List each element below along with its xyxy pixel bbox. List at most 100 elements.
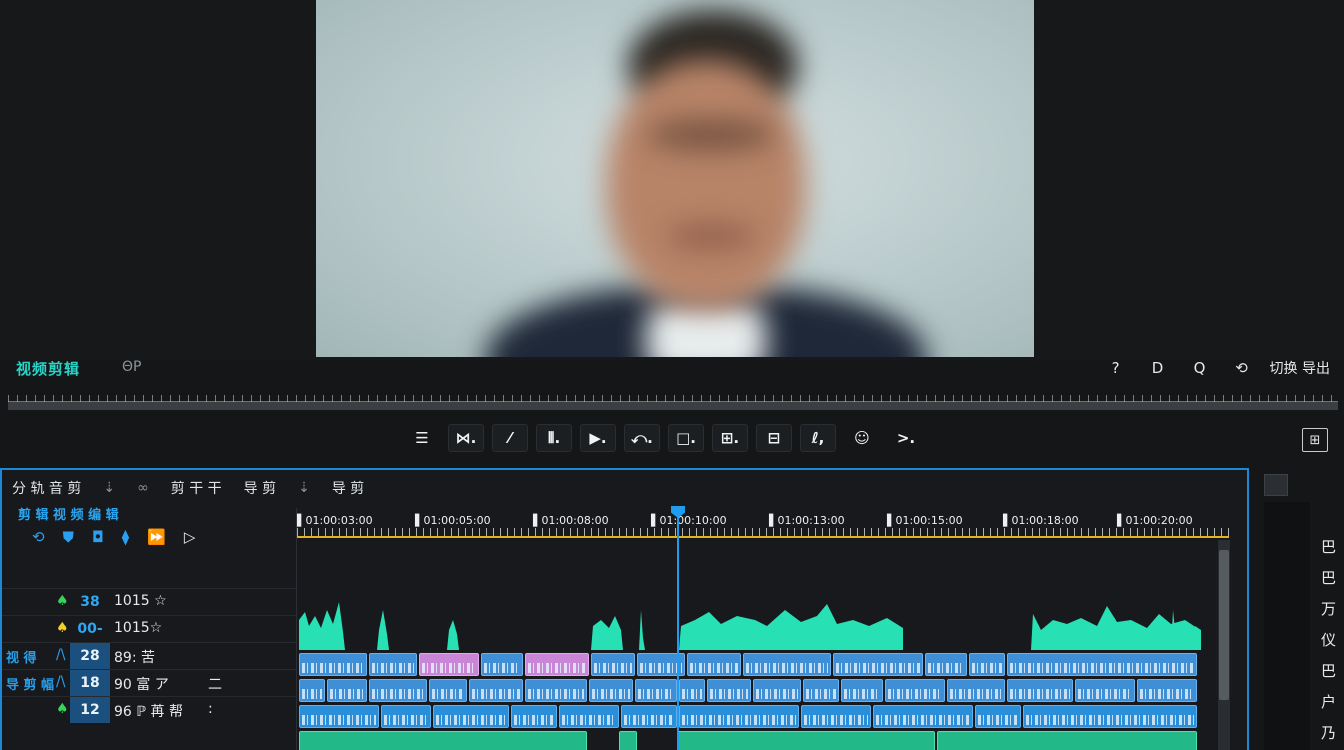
- timeline-clip[interactable]: [873, 705, 973, 728]
- timeline-clip[interactable]: [381, 705, 431, 728]
- track-header[interactable]: 导 剪 幅 /\ 18 90 富 ア 二: [2, 669, 296, 696]
- audio-waveform-track[interactable]: [297, 590, 1229, 650]
- timeline-clip[interactable]: [299, 731, 587, 750]
- timeline-clip[interactable]: [801, 705, 871, 728]
- export-button[interactable]: 导 剪: [332, 478, 364, 498]
- timeline-tracks-area[interactable]: ▌01:00:03:00 ▌01:00:05:00 ▌01:00:08:00 ▌…: [296, 506, 1229, 750]
- timeline-clip[interactable]: [841, 679, 883, 702]
- fast-forward-icon[interactable]: ⏩: [147, 528, 166, 546]
- panel-icon[interactable]: 巴: [1321, 536, 1336, 557]
- timeline-ruler[interactable]: ▌01:00:03:00 ▌01:00:05:00 ▌01:00:08:00 ▌…: [297, 508, 1229, 538]
- timeline-clip[interactable]: [369, 679, 427, 702]
- panel-icon[interactable]: 户: [1321, 691, 1336, 712]
- timeline-clip[interactable]: [559, 705, 619, 728]
- download-icon-2[interactable]: ⇣: [298, 480, 310, 496]
- import-button[interactable]: 导 剪: [244, 478, 276, 498]
- export-frame-button[interactable]: ℓ,: [800, 424, 836, 452]
- panel-icon[interactable]: 巴: [1321, 567, 1336, 588]
- timeline-clip[interactable]: [369, 653, 417, 676]
- play-icon[interactable]: ▷: [184, 528, 196, 546]
- timeline-clip[interactable]: [753, 679, 801, 702]
- timeline-clip[interactable]: [925, 653, 967, 676]
- timeline-clip[interactable]: [679, 679, 705, 702]
- timeline-clip[interactable]: [433, 705, 509, 728]
- panel-toggle-button[interactable]: [1264, 474, 1288, 496]
- track-lock-icon[interactable]: /\: [56, 674, 65, 690]
- track-lock-icon[interactable]: ♠: [56, 593, 69, 609]
- insert-button[interactable]: ⊞.: [712, 424, 748, 452]
- timeline-clip[interactable]: [947, 679, 1005, 702]
- edit-tools-button[interactable]: 剪 干 干: [171, 478, 222, 498]
- track-header[interactable]: ♠ 38 1015 ☆: [2, 588, 296, 615]
- timeline-clip[interactable]: [589, 679, 633, 702]
- timeline-clip-selected[interactable]: [419, 653, 479, 676]
- timeline-clip[interactable]: [803, 679, 839, 702]
- panel-icon[interactable]: 巴: [1321, 660, 1336, 681]
- timeline-clip[interactable]: [299, 679, 325, 702]
- track-lock-icon[interactable]: /\: [56, 647, 65, 663]
- track-lock-icon[interactable]: ♠: [56, 620, 69, 636]
- track-header[interactable]: ♠ 00- 1015☆: [2, 615, 296, 642]
- track-split-button[interactable]: 分 轨 音 剪: [12, 478, 81, 498]
- panel-icon[interactable]: 仪: [1321, 629, 1336, 650]
- timeline-clip[interactable]: [677, 731, 935, 750]
- loop-icon[interactable]: ⟲: [1228, 359, 1256, 377]
- timeline-clip[interactable]: [299, 653, 367, 676]
- timeline-clip[interactable]: [937, 731, 1197, 750]
- scrollbar-thumb[interactable]: [1219, 550, 1229, 700]
- shield-icon[interactable]: ⛊: [63, 528, 74, 546]
- snap-icon[interactable]: ◘: [92, 528, 104, 546]
- overwrite-button[interactable]: ⊟: [756, 424, 792, 452]
- timeline-clip[interactable]: [591, 653, 635, 676]
- play-button[interactable]: ▶.: [580, 424, 616, 452]
- timeline-clip[interactable]: [969, 653, 1005, 676]
- undo-icon[interactable]: ⟲: [32, 528, 45, 546]
- download-icon[interactable]: ⇣: [103, 480, 115, 496]
- panel-icon[interactable]: 乃: [1321, 722, 1336, 743]
- timeline-clip[interactable]: [481, 653, 523, 676]
- timeline-clip[interactable]: [679, 705, 799, 728]
- track-header[interactable]: ♠ 12 96 ℙ 苒 帮 :: [2, 696, 296, 723]
- timeline-vertical-scrollbar[interactable]: [1218, 540, 1230, 750]
- timeline-clip-selected[interactable]: [525, 653, 589, 676]
- menu-button[interactable]: ☰: [404, 424, 440, 452]
- link-icon[interactable]: ∞: [137, 480, 149, 496]
- timeline-clip[interactable]: [1007, 679, 1073, 702]
- track-lock-icon[interactable]: ♠: [56, 701, 69, 717]
- razor-button[interactable]: ⁄: [492, 424, 528, 452]
- track-header[interactable]: 视 得 /\ 28 89: 苦: [2, 642, 296, 669]
- timeline-clip[interactable]: [707, 679, 751, 702]
- timeline-clip[interactable]: [743, 653, 831, 676]
- viewer-scrub-bar[interactable]: [8, 395, 1338, 415]
- timeline-clip[interactable]: [525, 679, 587, 702]
- timeline-clip[interactable]: [619, 731, 637, 750]
- more-button[interactable]: >.: [888, 424, 924, 452]
- timeline-clip[interactable]: [511, 705, 557, 728]
- timeline-clip[interactable]: [1075, 679, 1135, 702]
- timeline-clip[interactable]: [885, 679, 945, 702]
- step-forward-button[interactable]: ⤺.: [624, 424, 660, 452]
- mark-in-button[interactable]: ⋈.: [448, 424, 484, 452]
- help-icon[interactable]: ?: [1102, 359, 1130, 377]
- timeline-clip[interactable]: [1137, 679, 1197, 702]
- timeline-clip[interactable]: [299, 705, 379, 728]
- video-preview-frame[interactable]: [316, 0, 1034, 357]
- timeline-clip[interactable]: [621, 705, 677, 728]
- playhead-line[interactable]: [677, 508, 679, 750]
- fit-view-button[interactable]: ⊞: [1302, 428, 1328, 452]
- face-detect-button[interactable]: ☺: [844, 424, 880, 452]
- switch-export-button[interactable]: 切换 导出: [1270, 358, 1330, 378]
- timeline-clip[interactable]: [327, 679, 367, 702]
- timeline-clip[interactable]: [1023, 705, 1197, 728]
- timeline-clip[interactable]: [429, 679, 467, 702]
- timeline-clip[interactable]: [833, 653, 923, 676]
- step-back-button[interactable]: ⦀.: [536, 424, 572, 452]
- zoom-icon[interactable]: Q: [1186, 359, 1214, 377]
- panel-icon[interactable]: 万: [1321, 598, 1336, 619]
- timeline-clip[interactable]: [635, 679, 677, 702]
- timeline-clip[interactable]: [469, 679, 523, 702]
- stop-button[interactable]: □.: [668, 424, 704, 452]
- timeline-clip[interactable]: [975, 705, 1021, 728]
- timeline-clip[interactable]: [687, 653, 741, 676]
- timeline-clip[interactable]: [1007, 653, 1197, 676]
